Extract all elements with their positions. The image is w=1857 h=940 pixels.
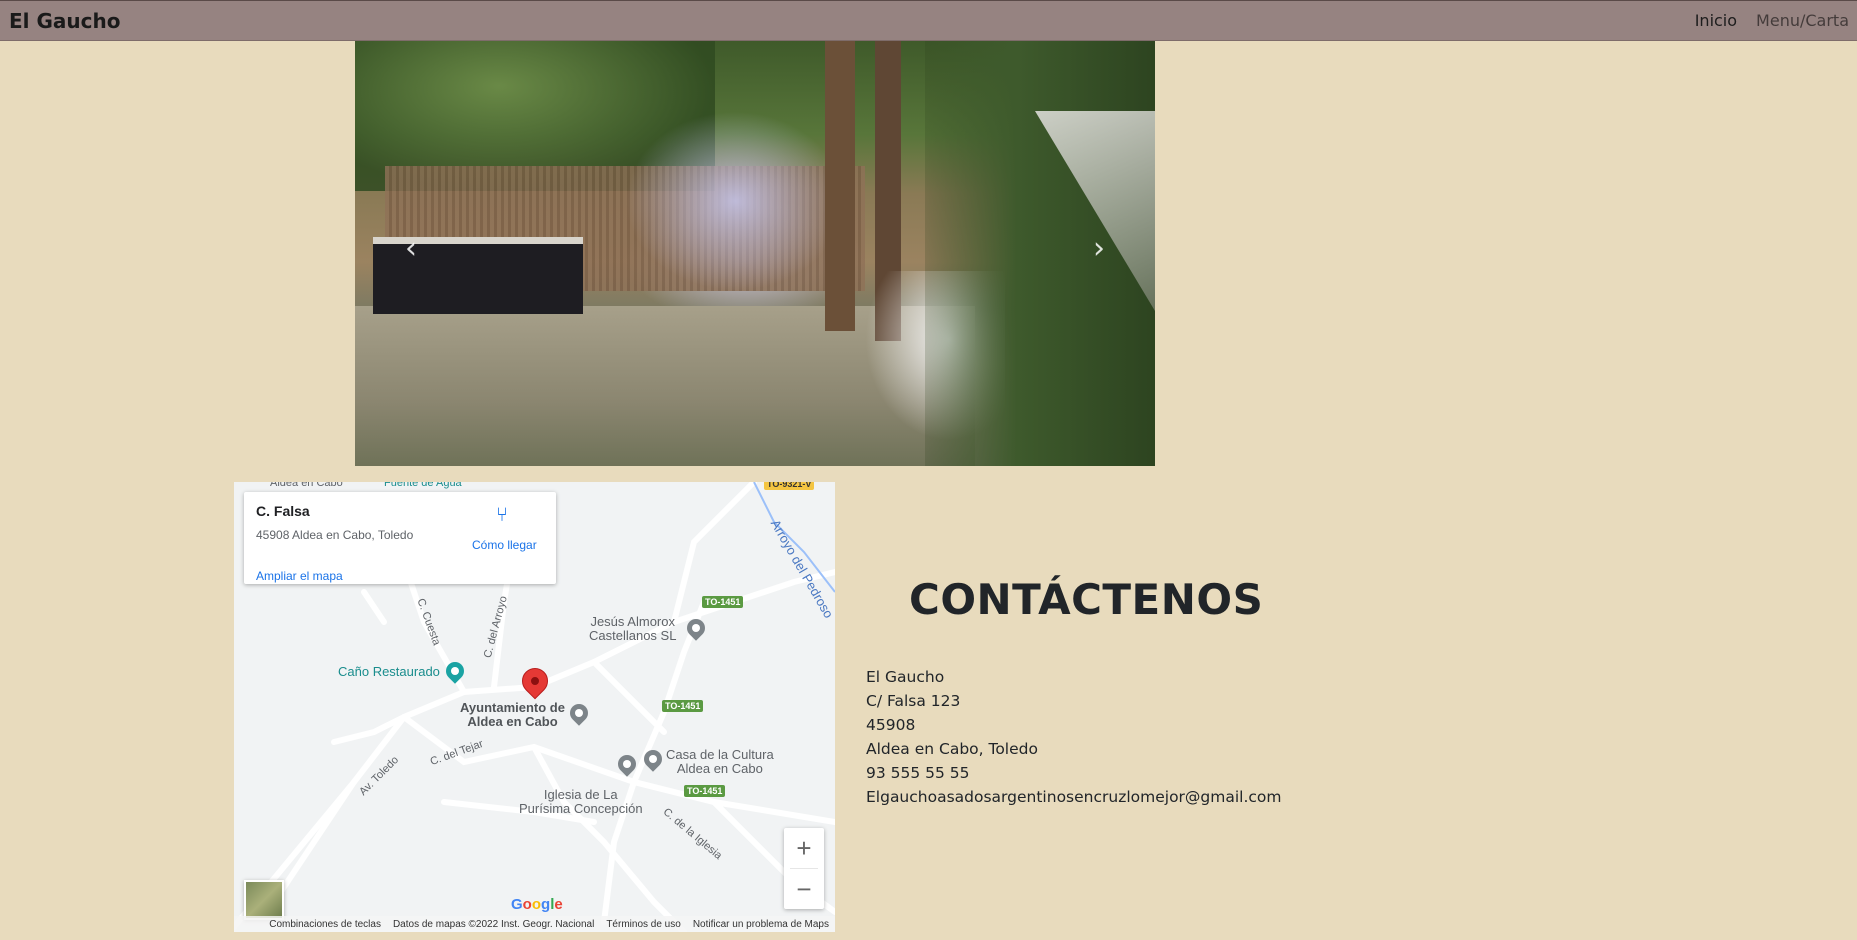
- contact-postal-code: 45908: [866, 716, 916, 734]
- map-label-jesus: Jesús Almorox Castellanos SL: [589, 614, 677, 643]
- road-shield: TO-9321-V: [764, 482, 815, 490]
- map-info-card: C. Falsa 45908 Aldea en Cabo, Toledo Amp…: [244, 492, 556, 584]
- contact-title: CONTÁCTENOS: [909, 575, 1264, 624]
- carousel-photo-smoke: [625, 111, 845, 291]
- contact-email[interactable]: Elgauchoasadosargentinosencruzlomejor@gm…: [866, 785, 1282, 809]
- directions-icon[interactable]: ⑂: [496, 504, 508, 527]
- terms-link[interactable]: Términos de uso: [606, 919, 680, 930]
- google-map[interactable]: Aldea en Cabo Fuente de Agua TO-9321-V J…: [234, 482, 835, 932]
- satellite-toggle-button[interactable]: [244, 880, 284, 920]
- road-shield: TO-1451: [684, 785, 726, 797]
- report-problem-link[interactable]: Notificar un problema de Maps: [693, 919, 829, 930]
- contact-name: El Gaucho: [866, 668, 945, 686]
- chevron-left-icon[interactable]: ‹: [405, 231, 417, 266]
- contact-phone: 93 555 55 55: [866, 764, 970, 782]
- brand-link[interactable]: El Gaucho: [9, 9, 120, 33]
- nav-link-inicio[interactable]: Inicio: [1695, 11, 1737, 30]
- zoom-in-button[interactable]: +: [784, 828, 824, 868]
- carousel-photo-trunk: [825, 41, 855, 331]
- map-footer: Combinaciones de teclas Datos de mapas ©…: [234, 916, 835, 932]
- map-place-name: C. Falsa: [256, 503, 310, 519]
- map-label-ayuntamiento: Ayuntamiento de Aldea en Cabo: [460, 700, 565, 729]
- contact-details: El Gaucho C/ Falsa 123 45908 Aldea en Ca…: [866, 665, 1282, 809]
- contact-street: C/ Falsa 123: [866, 692, 961, 710]
- map-label-fountain: Fuente de Agua: [384, 482, 462, 489]
- enlarge-map-link[interactable]: Ampliar el mapa: [256, 569, 343, 583]
- navbar: El Gaucho Inicio Menu/Carta: [0, 0, 1857, 41]
- map-label-cano: Caño Restaurado: [338, 664, 440, 679]
- map-label-casa-cultura: Casa de la Cultura Aldea en Cabo: [666, 747, 774, 776]
- map-place-address: 45908 Aldea en Cabo, Toledo: [256, 528, 414, 542]
- road-shield: TO-1451: [702, 596, 744, 608]
- hero-carousel: ‹ ›: [355, 41, 1155, 466]
- map-label-aldea: Aldea en Cabo: [270, 482, 343, 489]
- map-data-credit: Datos de mapas ©2022 Inst. Geogr. Nacion…: [392, 918, 595, 930]
- nav-links: Inicio Menu/Carta: [1695, 11, 1849, 30]
- nav-link-menu-carta[interactable]: Menu/Carta: [1756, 11, 1849, 30]
- keyboard-shortcuts-link[interactable]: Combinaciones de teclas: [269, 919, 381, 930]
- road-shield: TO-1451: [662, 700, 704, 712]
- zoom-out-button[interactable]: −: [784, 869, 824, 909]
- map-label-iglesia: Iglesia de La Purísima Concepción: [519, 787, 643, 816]
- zoom-controls: + −: [784, 828, 824, 909]
- contact-city: Aldea en Cabo, Toledo: [866, 740, 1038, 758]
- directions-link[interactable]: Cómo llegar: [472, 538, 537, 552]
- google-logo: Google: [511, 896, 563, 913]
- chevron-right-icon[interactable]: ›: [1093, 231, 1105, 266]
